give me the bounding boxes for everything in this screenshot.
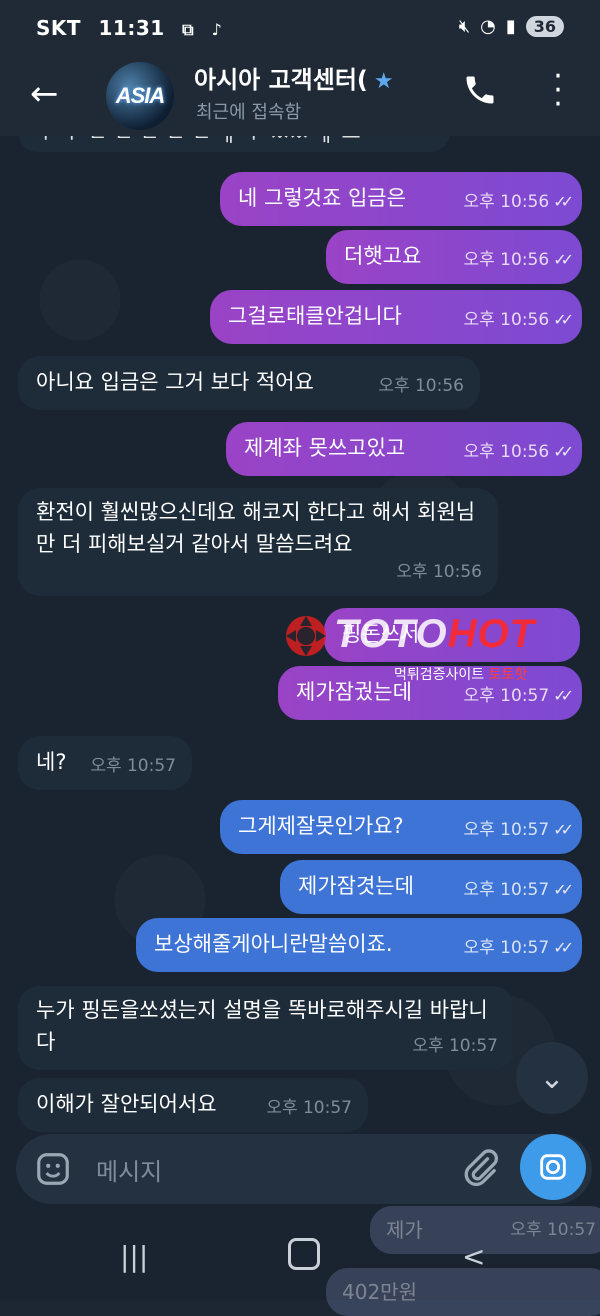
read-receipt-icon: ✓✓ [553,820,574,839]
message-meta: 오후 10:57 ✓✓ [463,932,574,964]
message-meta: 오후 10:56 ✓✓ [463,304,574,336]
message-time: 오후 10:57 [463,820,550,840]
avatar-logo-text: ASIA [115,83,166,108]
message-time: 오후 10:56 [463,192,550,212]
read-receipt-icon: ✓✓ [553,310,574,329]
message-bubble-outgoing[interactable]: 핑돈쓰서 [324,608,580,662]
message-text: 핑돈쓰서 [342,622,420,646]
status-bar: SKT 11:31 ⧉ ♪ 🔇︎ ◔ ▮ 36 [0,0,600,56]
message-meta: 오후 10:56 ✓✓ [463,244,574,276]
chat-header: ← ASIA 아시아 고객센터(★ 최근에 접속함 · · · [0,56,600,136]
message-bubble-outgoing[interactable]: 네 그렇것죠 입금은 오후 10:56 ✓✓ [220,172,582,226]
message-text: 이해가 잘안되어서요 [36,1092,217,1116]
message-text: 더햇고요 [344,244,422,268]
message-time: 오후 10:56 [463,250,550,270]
message-meta: 오후 10:56 ✓✓ [463,436,574,468]
read-receipt-icon: ✓✓ [553,192,574,211]
back-arrow-icon[interactable]: ← [30,74,59,114]
chevron-down-icon: ⌄ [539,1060,565,1096]
message-time: 오후 10:57 [412,1036,498,1056]
message-bubble-incoming[interactable]: 아니요 입금은 그거 보다 적어요 오후 10:56 [18,356,480,410]
signal-icon: ▮ [505,16,516,37]
read-receipt-icon: ✓✓ [553,442,574,461]
carrier: SKT [36,16,82,40]
message-bubble-outgoing[interactable]: 더햇고요 오후 10:56 ✓✓ [326,230,582,284]
message-time: 오후 10:56 [378,376,464,396]
read-receipt-icon: ✓✓ [553,250,574,269]
message-time: 오후 10:57 [463,880,550,900]
avatar[interactable]: ASIA [106,62,174,130]
system-nav-bar: ||| < [0,1218,600,1300]
message-input[interactable]: 메시지 [96,1152,162,1187]
message-meta: 오후 10:56 ✓✓ [463,186,574,218]
message-bubble-incoming[interactable]: 환전이 훨씬많으신데요 해코지 한다고 해서 회원님만 더 피해보실거 같아서 … [18,488,498,596]
message-text: 제가잠궜는데 [296,680,412,704]
message-bubble-incoming[interactable]: 네? 오후 10:57 [18,736,192,790]
tiktok-icon: ♪ [211,20,223,39]
sticker-icon[interactable] [34,1150,72,1188]
message-text: 그게제잘못인가요? [238,814,404,838]
message-bubble-outgoing[interactable]: 그게제잘못인가요? 오후 10:57 ✓✓ [220,800,582,854]
last-seen-status: 최근에 접속함 [196,102,302,123]
read-receipt-icon: ✓✓ [553,880,574,899]
recent-apps-icon[interactable]: ||| [120,1240,148,1273]
message-bubble-incoming[interactable]: 누가 핑돈을쏘셨는지 설명을 똑바로해주시길 바랍니다 오후 10:57 [18,986,514,1070]
battery-indicator: 36 [525,16,564,37]
message-time: 오후 10:56 [463,442,550,462]
message-meta: 오후 10:57 ✓✓ [463,814,574,846]
camera-icon [540,1154,566,1180]
wifi-icon: ◔ [480,16,496,37]
message-text: 제계좌 못쓰고있고 [244,436,406,460]
message-bubble-outgoing[interactable]: 제계좌 못쓰고있고 오후 10:56 ✓✓ [226,422,582,476]
message-text: 네 그렇것죠 입금은 [238,186,406,210]
message-meta: 오후 10:57 ✓✓ [463,874,574,906]
read-receipt-icon: ✓✓ [553,686,574,705]
message-time: 오후 10:57 [463,938,550,958]
message-time: 오후 10:57 [266,1098,352,1118]
status-right: 🔇︎ ◔ ▮ 36 [459,16,564,37]
message-bubble-outgoing[interactable]: 제가잠궜는데 오후 10:57 ✓✓ [278,666,582,720]
message-text: 보상해줄게아니란말씀이죠. [154,932,393,956]
message-text: 네? [36,750,67,774]
premium-star-icon: ★ [373,69,394,94]
attach-paperclip-icon[interactable] [460,1148,500,1188]
message-input-bar: 메시지 [16,1134,592,1204]
chat-title-row[interactable]: 아시아 고객센터(★ [194,60,394,95]
message-text: 환전이 훨씬많으신데요 해코지 한다고 해서 회원님만 더 피해보실거 같아서 … [36,500,476,556]
camera-button[interactable] [520,1134,586,1200]
phone-call-icon[interactable] [462,72,498,108]
message-bubble-outgoing[interactable]: 제가잠겻는데 오후 10:57 ✓✓ [280,860,582,914]
back-icon[interactable]: < [462,1240,485,1273]
scroll-to-bottom-button[interactable]: ⌄ [516,1042,588,1114]
status-left: SKT 11:31 ⧉ ♪ [36,16,232,40]
message-text: 그걸로태클안겁니다 [228,304,402,328]
screenshot-icon: ⧉ [182,20,195,39]
mute-icon: 🔇︎ [458,16,471,37]
message-time: 오후 10:56 [396,562,482,582]
chat-title: 아시아 고객센터( [194,66,368,94]
message-bubble-outgoing[interactable]: 보상해줄게아니란말씀이죠. 오후 10:57 ✓✓ [136,918,582,972]
read-receipt-icon: ✓✓ [553,938,574,957]
home-icon[interactable] [288,1238,320,1270]
message-meta: 오후 10:57 ✓✓ [463,680,574,712]
message-text: 제가잠겻는데 [298,874,414,898]
message-time: 오후 10:57 [90,756,176,776]
more-menu-icon[interactable]: · · · [548,62,568,120]
message-text: 아니요 입금은 그거 보다 적어요 [36,370,314,394]
message-time: 오후 10:57 [463,686,550,706]
message-bubble-incoming[interactable]: 이해가 잘안되어서요 오후 10:57 [18,1078,368,1132]
message-time: 오후 10:56 [463,310,550,330]
clock: 11:31 [98,16,165,40]
message-bubble-outgoing[interactable]: 그걸로태클안겁니다 오후 10:56 ✓✓ [210,290,582,344]
